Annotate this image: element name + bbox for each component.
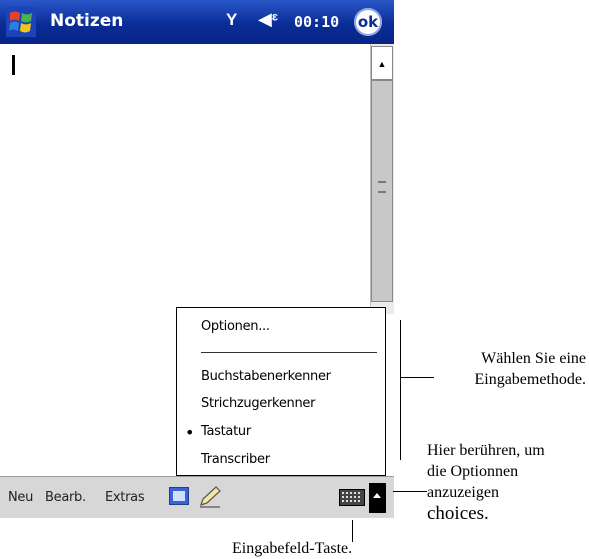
- keyboard-icon[interactable]: [339, 489, 365, 506]
- antenna-icon[interactable]: Y: [226, 10, 237, 30]
- menu-item-transcriber[interactable]: Transcriber: [201, 452, 270, 467]
- text-cursor: [12, 55, 15, 75]
- menu-item-letter-recognizer[interactable]: Buchstabenerkenner: [201, 369, 331, 384]
- input-method-menu: Optionen... Buchstabenerkenner Strichzug…: [176, 307, 386, 476]
- app-title: Notizen: [50, 11, 124, 31]
- recorder-icon[interactable]: [169, 487, 189, 505]
- scroll-grip-icon: [378, 181, 386, 193]
- up-arrow-icon[interactable]: [369, 483, 386, 513]
- menu-new[interactable]: Neu: [8, 490, 33, 505]
- menu-item-block-recognizer[interactable]: Strichzugerkenner: [201, 396, 315, 411]
- pen-icon[interactable]: [197, 485, 223, 509]
- annotation-tap-options: Hier berühren, um die Optionnen anzuzeig…: [427, 442, 545, 524]
- annotation-leader: [400, 377, 434, 378]
- title-bar: Notizen Y ◀ᵋ 00:10 ok: [0, 0, 394, 44]
- menu-item-options[interactable]: Optionen...: [201, 319, 270, 334]
- menu-edit[interactable]: Bearb.: [45, 490, 86, 505]
- annotation-input-panel: Eingabefeld-Taste.: [232, 540, 353, 557]
- clock[interactable]: 00:10: [294, 13, 339, 31]
- scroll-up-button[interactable]: ▲: [371, 46, 393, 80]
- vertical-scrollbar[interactable]: ▲: [370, 44, 394, 314]
- selected-bullet-icon: •: [185, 423, 195, 442]
- speaker-icon[interactable]: ◀ᵋ: [258, 9, 278, 30]
- windows-flag-icon[interactable]: [6, 7, 36, 37]
- menu-bar: Neu Bearb. Extras: [0, 476, 394, 518]
- menu-separator: [201, 352, 377, 353]
- annotation-select-method: Wählen Sie eine Eingabemethode.: [474, 350, 586, 388]
- menu-item-keyboard[interactable]: Tastatur: [201, 424, 251, 439]
- device-screen: Notizen Y ◀ᵋ 00:10 ok ▲ Optionen... Buch…: [0, 0, 394, 518]
- menu-tools[interactable]: Extras: [105, 490, 145, 505]
- ok-button[interactable]: ok: [354, 8, 382, 36]
- annotation-leader: [393, 491, 427, 492]
- scroll-thumb[interactable]: [371, 80, 393, 302]
- annotation-bracket: [400, 320, 401, 460]
